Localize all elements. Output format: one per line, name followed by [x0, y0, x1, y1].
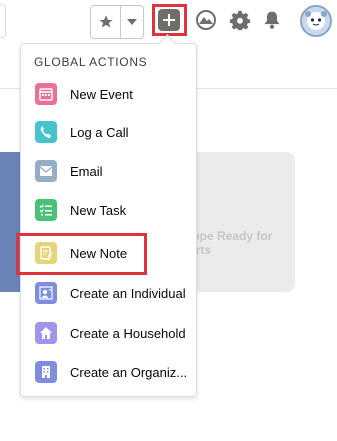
menu-item-new-task[interactable]: New Task	[21, 191, 196, 229]
household-icon	[35, 322, 57, 344]
menu-item-create-individual[interactable]: Create an Individual	[21, 274, 196, 312]
menu-item-new-event[interactable]: New Event	[21, 75, 196, 113]
search-box-edge[interactable]	[0, 4, 6, 38]
menu-item-label: Create an Organiz...	[70, 364, 188, 380]
user-avatar[interactable]	[300, 5, 332, 37]
organization-icon	[35, 361, 57, 383]
calendar-icon	[35, 83, 57, 105]
menu-item-label: Create a Household	[70, 325, 186, 341]
favorites-button[interactable]	[91, 6, 122, 38]
menu-item-label: New Note	[70, 245, 128, 261]
menu-item-new-note[interactable]: New Note	[21, 234, 196, 272]
global-actions-menu: GLOBAL ACTIONS New Event Log a Call Emai…	[20, 43, 197, 397]
note-icon	[35, 242, 57, 264]
task-checklist-icon	[35, 199, 57, 221]
bell-icon	[264, 11, 280, 29]
notifications-button[interactable]	[261, 9, 283, 31]
menu-item-label: Log a Call	[70, 124, 129, 140]
menu-item-label: New Task	[70, 202, 127, 218]
chevron-down-icon	[127, 19, 138, 25]
phone-icon	[35, 121, 57, 143]
star-icon	[99, 15, 113, 28]
plus-icon	[163, 14, 175, 26]
trailhead-icon	[196, 10, 216, 30]
favorites-button-group	[90, 5, 144, 39]
menu-item-label: Email	[70, 163, 103, 179]
setup-button[interactable]	[229, 9, 251, 31]
menu-item-create-household[interactable]: Create a Household	[21, 314, 196, 352]
trailhead-button[interactable]	[195, 9, 217, 31]
envelope-icon	[35, 160, 57, 182]
global-actions-button[interactable]	[158, 9, 180, 31]
menu-item-log-a-call[interactable]: Log a Call	[21, 113, 196, 151]
individual-icon	[35, 282, 57, 304]
astro-avatar-icon	[302, 7, 330, 35]
gear-icon	[230, 10, 250, 30]
favorites-menu-button[interactable]	[121, 6, 143, 38]
menu-item-create-organization[interactable]: Create an Organiz...	[21, 353, 196, 391]
menu-item-email[interactable]: Email	[21, 152, 196, 190]
global-actions-title: GLOBAL ACTIONS	[34, 55, 148, 69]
background-card-text-line2: erts	[189, 243, 212, 257]
menu-item-label: Create an Individual	[70, 285, 186, 301]
menu-item-label: New Event	[70, 86, 133, 102]
background-card-text: lope Ready for erts	[189, 229, 299, 257]
background-card-text-line1: lope Ready for	[189, 229, 273, 243]
